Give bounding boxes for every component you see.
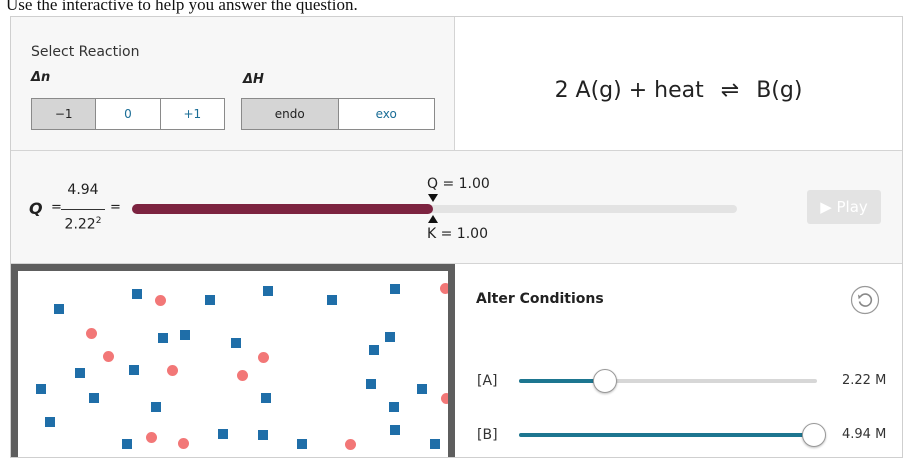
particle-a bbox=[122, 439, 132, 449]
equation-lhs: 2 A(g) + heat bbox=[554, 78, 704, 103]
particle-a bbox=[158, 333, 168, 343]
q-marker-down-icon bbox=[428, 194, 438, 202]
alter-conditions-title: Alter Conditions bbox=[476, 291, 604, 307]
slider-a-value: 2.22 M bbox=[842, 373, 887, 388]
slider-a-handle[interactable] bbox=[593, 369, 618, 393]
equilibrium-widget: Select Reaction Δn ΔH −1 0 +1 endo exo 2… bbox=[10, 16, 903, 458]
particle-a bbox=[327, 295, 337, 305]
reaction-equation: 2 A(g) + heat ⇌ B(g) bbox=[455, 78, 902, 103]
particle-a bbox=[258, 430, 268, 440]
particle-b bbox=[103, 351, 114, 362]
equation-rhs: B(g) bbox=[756, 78, 803, 103]
q-equals: = bbox=[51, 200, 62, 215]
particle-a bbox=[389, 402, 399, 412]
particle-a bbox=[151, 402, 161, 412]
q-numerator: 4.94 bbox=[67, 182, 99, 198]
particle-a bbox=[132, 289, 142, 299]
q-denominator: 2.222 bbox=[64, 216, 102, 233]
particle-a bbox=[89, 393, 99, 403]
instructions-text: Use the interactive to help you answer t… bbox=[6, 0, 358, 14]
particle-a bbox=[45, 417, 55, 427]
particle-b bbox=[146, 432, 157, 443]
slider-b-label: [B] bbox=[477, 427, 498, 443]
particle-a bbox=[430, 439, 440, 449]
particle-a bbox=[205, 295, 215, 305]
play-button[interactable]: ▶ Play bbox=[807, 190, 881, 224]
equilibrium-arrow-icon: ⇌ bbox=[720, 78, 740, 103]
slider-b-value: 4.94 M bbox=[842, 427, 887, 442]
particle-a bbox=[369, 345, 379, 355]
slider-b-fill bbox=[519, 433, 815, 437]
delta-h-segmented-control: endo exo bbox=[241, 98, 435, 130]
particle-a bbox=[385, 332, 395, 342]
particle-a bbox=[180, 330, 190, 340]
particle-box bbox=[18, 271, 448, 457]
delta-n-option-0[interactable]: 0 bbox=[95, 99, 159, 129]
k-marker-label: K = 1.00 bbox=[427, 226, 488, 242]
particle-a bbox=[218, 429, 228, 439]
reset-icon[interactable] bbox=[850, 285, 880, 315]
reaction-quotient-panel: Q = 4.94 2.222 = Q = 1.00 K = 1.00 ▶ Pla… bbox=[11, 151, 902, 264]
particle-b bbox=[237, 370, 248, 381]
slider-b-handle[interactable] bbox=[802, 423, 827, 447]
slider-a-label: [A] bbox=[477, 373, 498, 389]
q-equals-2: = bbox=[110, 200, 121, 215]
particle-a bbox=[297, 439, 307, 449]
q-exponent: 2 bbox=[95, 216, 102, 226]
particle-b bbox=[86, 328, 97, 339]
select-reaction-title: Select Reaction bbox=[31, 44, 140, 60]
alter-conditions-panel: Alter Conditions [A] 2.22 M [B] 4.94 M bbox=[455, 264, 902, 457]
particle-b bbox=[167, 365, 178, 376]
particle-a bbox=[390, 284, 400, 294]
delta-n-option-minus1[interactable]: −1 bbox=[32, 99, 96, 129]
delta-n-option-plus1[interactable]: +1 bbox=[159, 99, 224, 129]
delta-n-segmented-control: −1 0 +1 bbox=[31, 98, 225, 130]
particle-box-panel bbox=[11, 264, 455, 457]
delta-h-label: ΔH bbox=[243, 72, 264, 87]
particle-a bbox=[54, 304, 64, 314]
reaction-selector-panel: Select Reaction Δn ΔH −1 0 +1 endo exo bbox=[11, 17, 455, 151]
particle-b bbox=[440, 283, 448, 294]
particle-b bbox=[441, 393, 448, 404]
q-bar bbox=[132, 204, 433, 214]
k-marker-up-icon bbox=[428, 215, 438, 223]
q-marker-label: Q = 1.00 bbox=[427, 176, 490, 192]
particle-a bbox=[417, 384, 427, 394]
q-symbol: Q bbox=[29, 199, 43, 218]
delta-h-option-endo[interactable]: endo bbox=[242, 99, 338, 129]
particle-a bbox=[263, 286, 273, 296]
particle-a bbox=[75, 368, 85, 378]
particle-a bbox=[36, 384, 46, 394]
particle-a bbox=[129, 365, 139, 375]
particle-a bbox=[390, 425, 400, 435]
particle-b bbox=[345, 439, 356, 450]
particle-b bbox=[258, 352, 269, 363]
delta-n-label: Δn bbox=[31, 70, 51, 85]
delta-h-option-exo[interactable]: exo bbox=[337, 99, 435, 129]
q-fraction-bar bbox=[61, 209, 105, 210]
particle-a bbox=[231, 338, 241, 348]
particle-a bbox=[366, 379, 376, 389]
equation-panel: 2 A(g) + heat ⇌ B(g) bbox=[455, 17, 902, 151]
particle-a bbox=[261, 393, 271, 403]
particle-b bbox=[155, 295, 166, 306]
